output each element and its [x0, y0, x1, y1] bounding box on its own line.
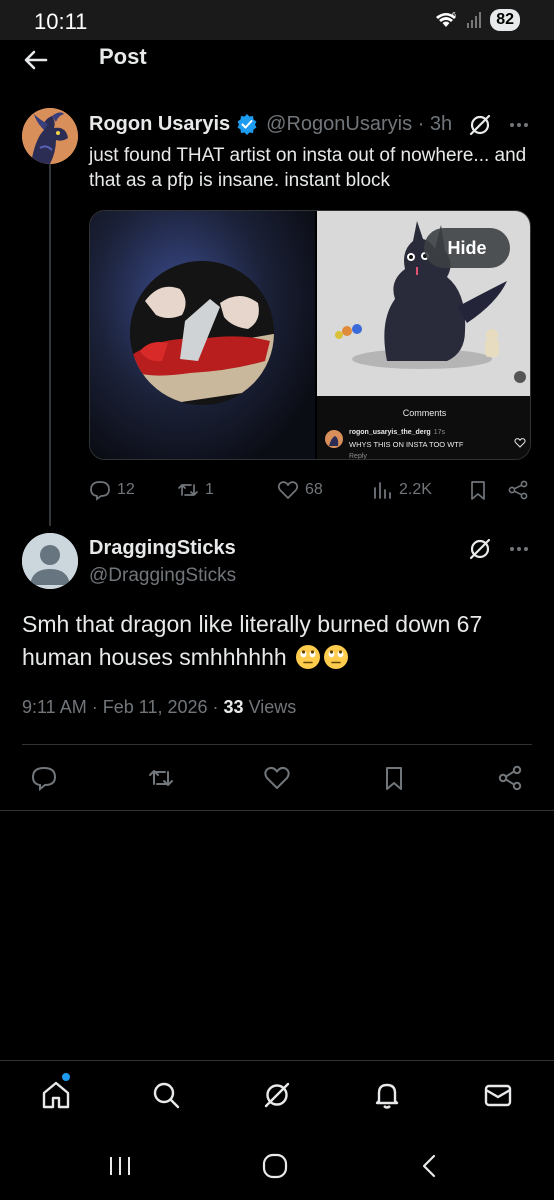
views-count: 2.2K [399, 481, 432, 498]
ig-comment-user: rogon_usaryis_the_derg 17s [349, 429, 445, 436]
messages-icon[interactable] [482, 1079, 514, 1111]
share-icon[interactable] [507, 478, 529, 502]
media-image-left[interactable] [90, 211, 315, 459]
views-button[interactable]: 2.2K [371, 478, 432, 502]
reply-button[interactable]: 12 [89, 478, 135, 502]
post-time[interactable]: 9:11 AM [22, 697, 87, 717]
grok-icon[interactable] [467, 112, 493, 138]
repost-count: 1 [205, 481, 214, 498]
post-header: Post [0, 40, 554, 100]
author-handle[interactable]: @DraggingSticks [89, 565, 236, 587]
notifications-icon[interactable] [371, 1079, 403, 1111]
dragon-avatar-icon [22, 108, 78, 164]
rolling-eyes-emoji-icon [324, 645, 349, 669]
post2-metadata: 9:11 AM · Feb 11, 2026 · 33 Views [22, 697, 297, 717]
repost-button[interactable]: 1 [177, 478, 214, 502]
back-arrow-icon[interactable] [22, 46, 50, 74]
reply-icon [90, 481, 110, 501]
avatar[interactable] [22, 533, 78, 589]
post-views-label: Views [248, 697, 297, 717]
post1-author-row: Rogon Usaryis @RogonUsaryis · 3h [89, 110, 452, 138]
signal-icon [467, 12, 482, 28]
recents-icon[interactable] [106, 1152, 134, 1180]
search-icon[interactable] [150, 1079, 182, 1111]
divider [22, 744, 532, 745]
more-options-icon[interactable] [506, 112, 532, 138]
home-icon[interactable] [40, 1079, 72, 1111]
heart-icon [277, 481, 299, 499]
home-notification-dot [62, 1073, 70, 1081]
bookmark-icon[interactable] [380, 764, 408, 792]
status-time: 10:11 [34, 9, 88, 34]
back-chevron-icon[interactable] [416, 1152, 444, 1180]
ig-reply-label: Reply [349, 453, 367, 460]
status-bar: 10:11 6 82 [0, 0, 554, 40]
bottom-navigation [0, 1060, 554, 1132]
page-title: Post [99, 44, 147, 69]
post-date[interactable]: Feb 11, 2026 [103, 697, 208, 717]
rolling-eyes-emoji-icon [296, 645, 321, 669]
hide-media-button[interactable]: Hide [424, 228, 510, 268]
grok-icon[interactable] [261, 1079, 293, 1111]
reply-count: 12 [117, 481, 135, 498]
author-name[interactable]: DraggingSticks [89, 537, 236, 560]
reply-icon[interactable] [30, 764, 58, 792]
author-name[interactable]: Rogon Usaryis [89, 113, 230, 136]
ig-commenter-avatar-icon [325, 430, 343, 448]
bookmark-icon[interactable] [467, 478, 489, 502]
author-handle[interactable]: @RogonUsaryis · 3h [266, 113, 452, 136]
svg-text:6: 6 [452, 12, 456, 19]
battery-level: 82 [490, 9, 520, 31]
divider [0, 810, 554, 811]
ig-heart-icon [514, 438, 526, 448]
ig-comments-title: Comments [402, 408, 447, 418]
status-indicators: 6 82 [434, 9, 520, 31]
post1-text: just found THAT artist on insta out of n… [89, 145, 527, 191]
post-views-count[interactable]: 33 [224, 697, 244, 717]
home-circle-icon[interactable] [261, 1152, 289, 1180]
wifi-icon: 6 [436, 12, 457, 27]
more-options-icon[interactable] [506, 536, 532, 562]
repost-icon[interactable] [147, 764, 175, 792]
post1-actions: 12 1 68 2.2K [89, 478, 534, 502]
share-icon[interactable] [496, 764, 524, 792]
views-chart-icon [374, 482, 391, 499]
verified-badge-icon [237, 114, 257, 135]
avatar[interactable] [22, 108, 78, 164]
like-button[interactable]: 68 [277, 478, 323, 502]
repost-icon [178, 484, 198, 496]
post2-text: Smh that dragon like literally burned do… [22, 611, 483, 670]
thread-connector [49, 162, 51, 526]
post2-actions [0, 764, 554, 792]
default-avatar-icon [22, 533, 78, 589]
ig-comment-text: WHYS THIS ON INSTA TOO WTF [349, 440, 464, 449]
grok-icon[interactable] [467, 536, 493, 562]
like-count: 68 [305, 481, 323, 498]
dragon-pfp-image [130, 261, 274, 405]
system-navigation [0, 1132, 554, 1200]
heart-icon[interactable] [263, 764, 291, 792]
